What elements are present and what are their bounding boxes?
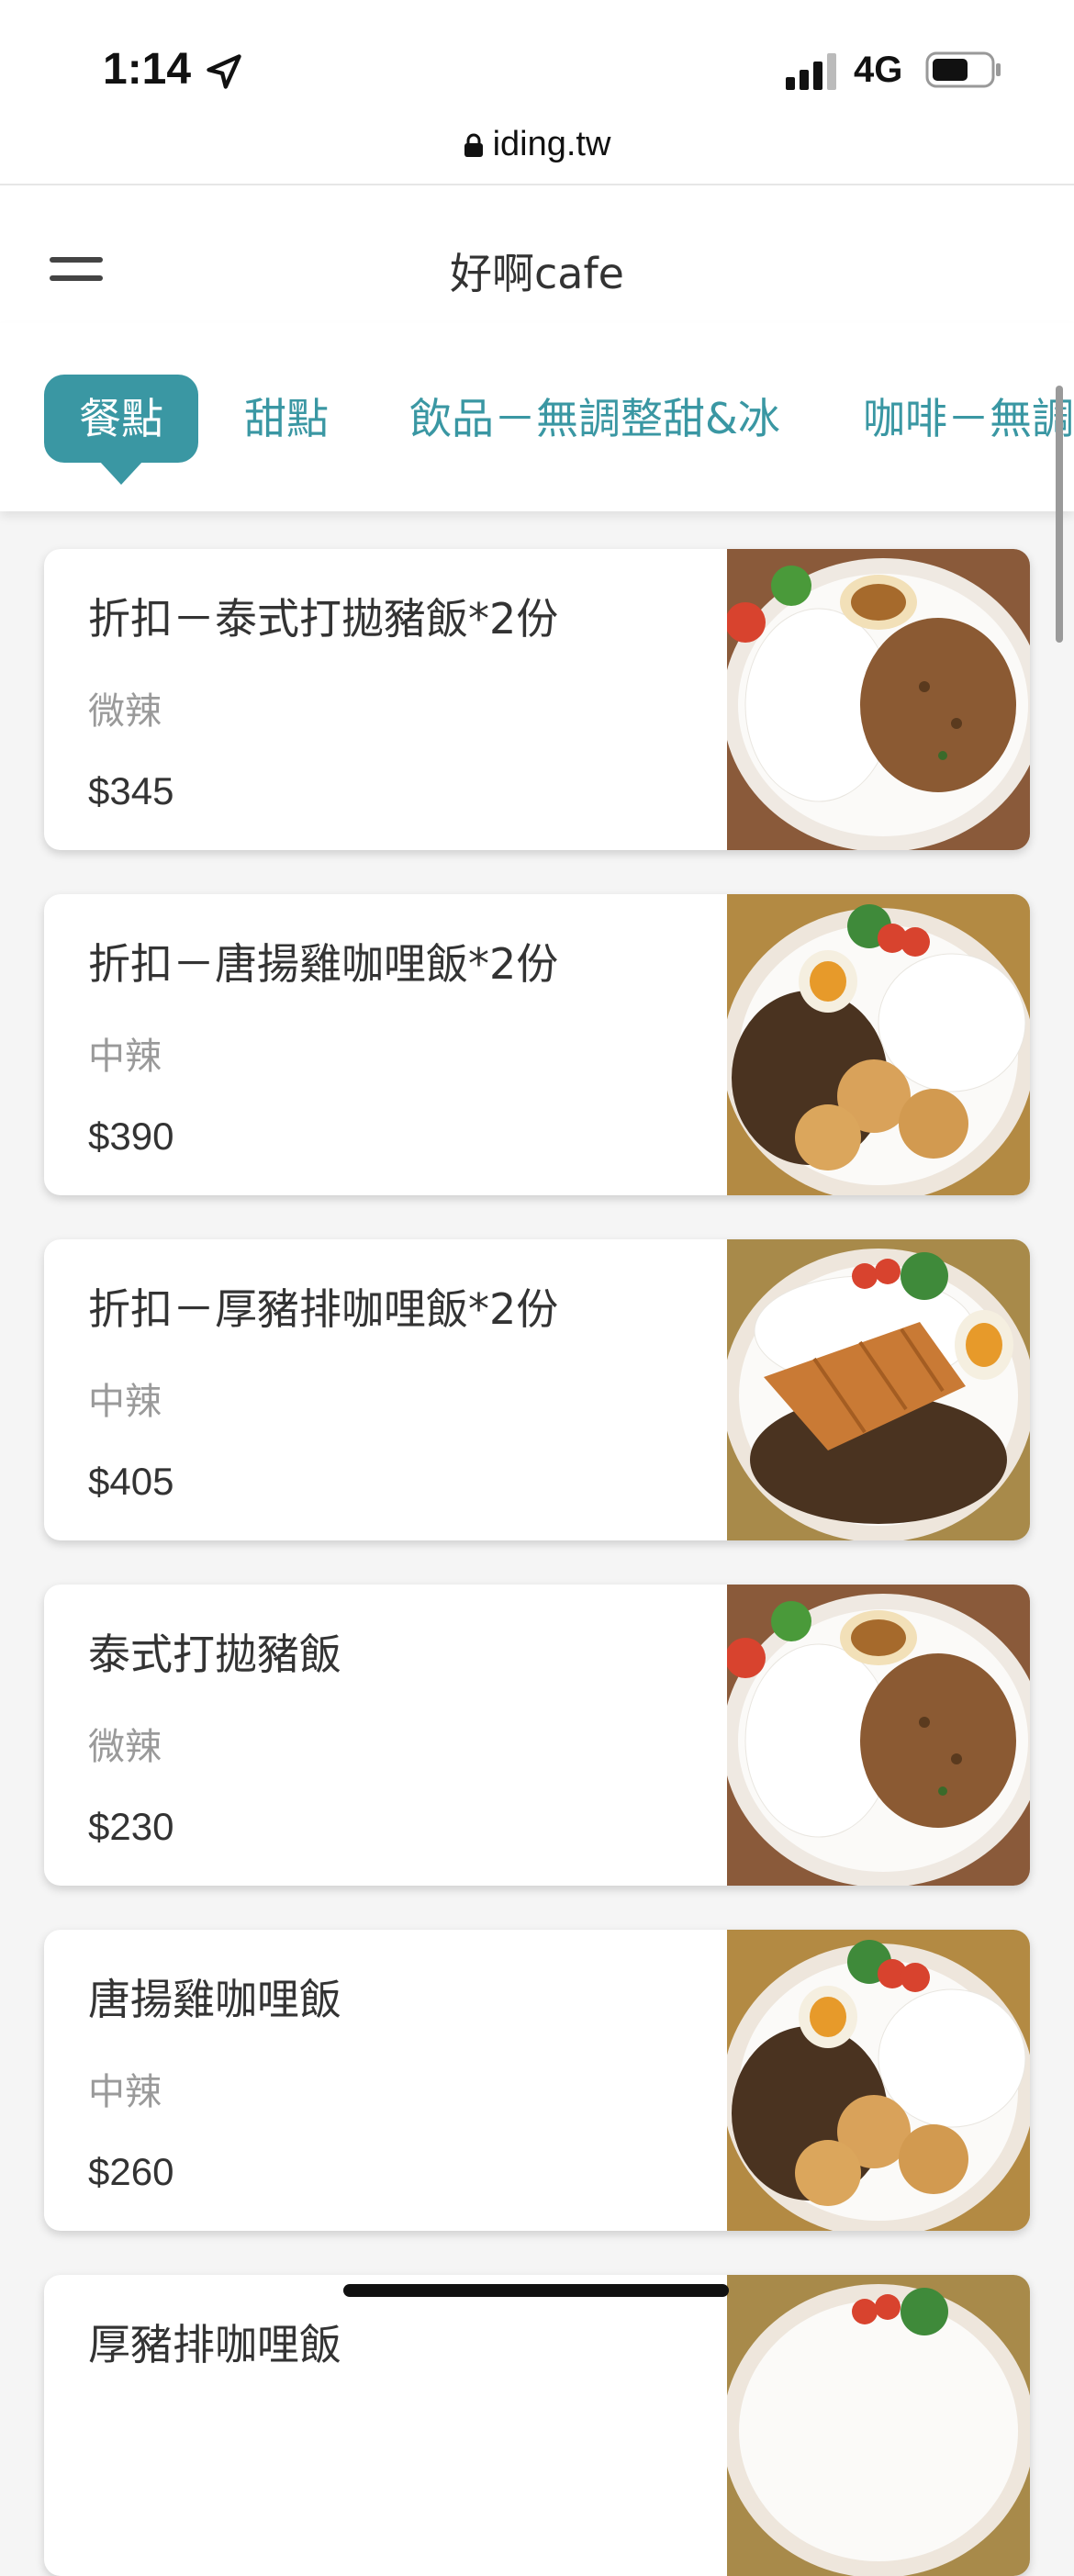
karaage-curry-rice-photo — [727, 1930, 1030, 2231]
item-name: 折扣－厚豬排咖哩飯*2份 — [88, 1284, 559, 1334]
menu-item-card[interactable]: 折扣－厚豬排咖哩飯*2份 中辣 $405 — [44, 1239, 1030, 1540]
item-price: $405 — [88, 1460, 174, 1503]
tab-desserts[interactable]: 甜點 — [244, 375, 329, 463]
item-name: 唐揚雞咖哩飯 — [88, 1975, 341, 2024]
item-spice-level: 中辣 — [88, 2071, 162, 2113]
menu-item-card[interactable]: 唐揚雞咖哩飯 中辣 $260 — [44, 1930, 1030, 2231]
item-price: $260 — [88, 2150, 174, 2193]
tab-coffee[interactable]: 咖啡－無調整甜&冰 — [863, 375, 1074, 463]
pork-cutlet-curry-rice-photo — [727, 1239, 1030, 1540]
item-price: $390 — [88, 1114, 174, 1158]
item-name: 厚豬排咖哩飯 — [88, 2320, 341, 2369]
shop-title: 好啊cafe — [450, 249, 624, 298]
item-name: 折扣－泰式打拋豬飯*2份 — [88, 594, 559, 644]
status-bar: 1:14 4G — [0, 0, 1074, 129]
item-name: 泰式打拋豬飯 — [88, 1630, 341, 1679]
item-spice-level: 微辣 — [88, 1726, 162, 1768]
menu-item-card[interactable]: 厚豬排咖哩飯 — [44, 2275, 1030, 2576]
scrollbar[interactable] — [1056, 386, 1063, 643]
item-name: 折扣－唐揚雞咖哩飯*2份 — [88, 939, 559, 989]
karaage-curry-rice-photo — [727, 894, 1030, 1195]
tab-drinks[interactable]: 飲品－無調整甜&冰 — [409, 375, 780, 463]
lock-icon — [464, 133, 483, 157]
menu-item-card[interactable]: 折扣－泰式打拋豬飯*2份 微辣 $345 — [44, 549, 1030, 850]
category-tabs: 餐點 甜點 飲品－無調整甜&冰 咖啡－無調整甜&冰 — [0, 323, 1074, 511]
pork-cutlet-curry-rice-photo — [727, 2275, 1030, 2576]
location-arrow-icon — [207, 54, 241, 89]
home-indicator[interactable] — [343, 2284, 729, 2297]
basil-pork-rice-photo — [727, 1585, 1030, 1886]
tab-meals[interactable]: 餐點 — [44, 375, 198, 485]
menu-item-card[interactable]: 泰式打拋豬飯 微辣 $230 — [44, 1585, 1030, 1886]
menu-item-card[interactable]: 折扣－唐揚雞咖哩飯*2份 中辣 $390 — [44, 894, 1030, 1195]
clock: 1:14 — [103, 45, 192, 94]
basil-pork-rice-photo — [727, 549, 1030, 850]
url-text: iding.tw — [492, 125, 611, 163]
app-header: 好啊cafe — [0, 185, 1074, 323]
network-type: 4G — [854, 50, 903, 90]
item-spice-level: 中辣 — [88, 1381, 162, 1423]
battery-icon — [925, 51, 1001, 88]
item-price: $230 — [88, 1805, 174, 1848]
cellular-signal-icon — [786, 53, 836, 90]
item-spice-level: 中辣 — [88, 1036, 162, 1078]
item-price: $345 — [88, 769, 174, 812]
item-spice-level: 微辣 — [88, 690, 162, 733]
browser-url-bar[interactable]: iding.tw — [0, 119, 1074, 185]
